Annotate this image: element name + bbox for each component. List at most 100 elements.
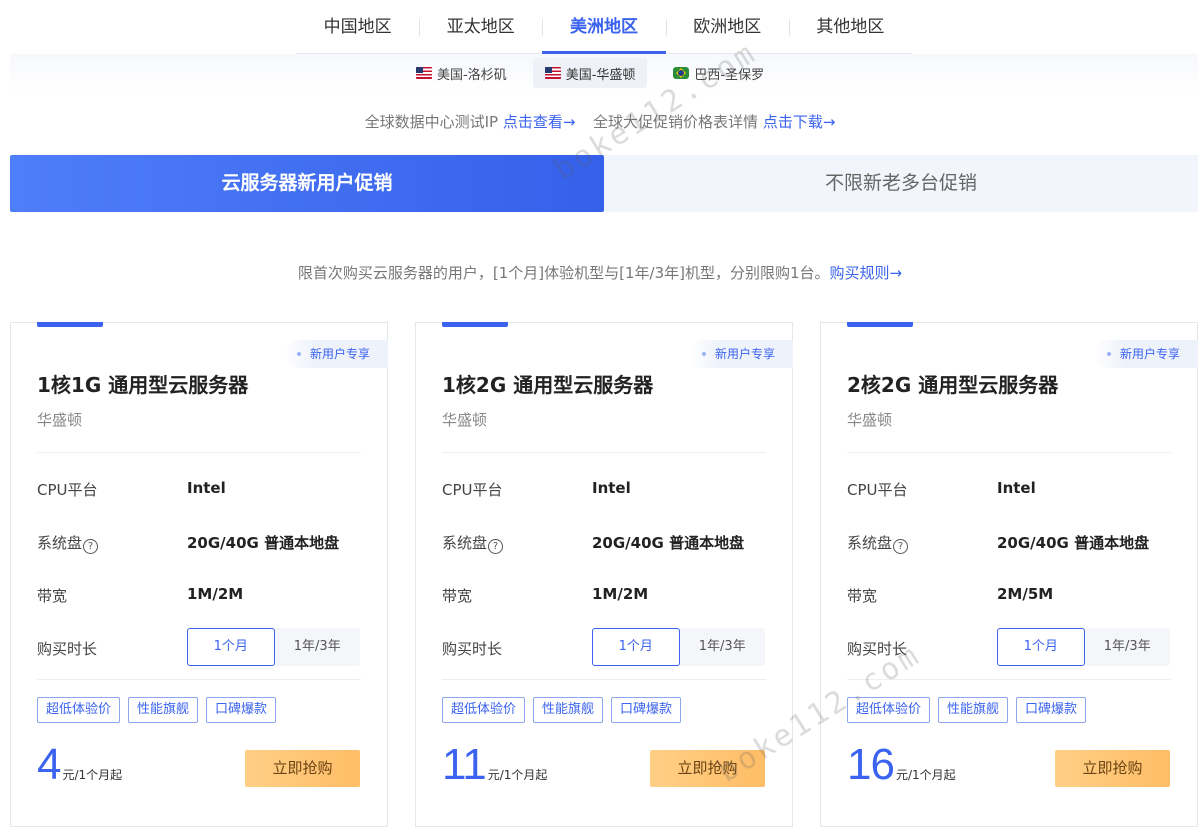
feature-tag: 超低体验价 <box>847 697 931 723</box>
divider <box>37 679 361 680</box>
duration-label: 购买时长 <box>442 640 503 658</box>
duration-1-3-year[interactable]: 1年/3年 <box>275 628 361 666</box>
test-ip-text: 全球数据中心测试IP <box>364 113 499 131</box>
feature-tag: 超低体验价 <box>37 697 121 723</box>
bandwidth-value: 2M/5M <box>997 585 1054 603</box>
tab-other-region[interactable]: 其他地区 <box>788 0 912 53</box>
question-icon[interactable]: ? <box>83 539 99 554</box>
region-tabs: 中国地区 亚太地区 美洲地区 欧洲地区 其他地区 <box>296 0 912 54</box>
us-flag-icon <box>544 67 561 79</box>
card-location: 华盛顿 <box>847 411 893 429</box>
view-test-ip-link[interactable]: 点击查看→ <box>503 113 576 131</box>
price: 4 元/1个月起 <box>37 741 122 789</box>
purchase-rules-link[interactable]: 购买规则→ <box>830 264 903 282</box>
download-price-sheet-link[interactable]: 点击下载→ <box>763 113 836 131</box>
product-card: 新用户专享 1核2G 通用型云服务器 华盛顿 CPU平台 Intel 系统盘? … <box>415 322 793 827</box>
brazil-flag-icon <box>673 67 690 79</box>
cpu-value: Intel <box>997 479 1036 497</box>
duration-selector: 1个月 1年/3年 <box>997 628 1170 666</box>
cpu-label: CPU平台 <box>37 481 98 499</box>
duration-label: 购买时长 <box>37 640 98 658</box>
price-amount: 11 <box>442 740 487 789</box>
city-label: 巴西-圣保罗 <box>694 67 765 83</box>
price-unit: 元/1个月起 <box>62 768 123 782</box>
tab-asia-pacific-region[interactable]: 亚太地区 <box>419 0 542 53</box>
card-accent-bar <box>37 322 103 327</box>
card-title: 2核2G 通用型云服务器 <box>847 373 1059 397</box>
cpu-value: Intel <box>187 479 226 497</box>
bandwidth-label: 带宽 <box>442 587 473 605</box>
card-accent-bar <box>442 322 508 327</box>
city-label: 美国-洛杉矶 <box>437 67 507 83</box>
price: 11 元/1个月起 <box>442 741 547 789</box>
bandwidth-label: 带宽 <box>847 587 878 605</box>
divider <box>442 679 766 680</box>
product-card: 新用户专享 1核1G 通用型云服务器 华盛顿 CPU平台 Intel 系统盘? … <box>10 322 388 827</box>
disk-value: 20G/40G 普通本地盘 <box>187 534 340 552</box>
disk-label: 系统盘? <box>847 532 909 554</box>
price-amount: 16 <box>847 740 895 789</box>
price-unit: 元/1个月起 <box>895 768 956 782</box>
buy-now-button[interactable]: 立即抢购 <box>1055 750 1170 787</box>
buy-now-button[interactable]: 立即抢购 <box>245 750 360 787</box>
city-selector: 美国-洛杉矶 美国-华盛顿 巴西-圣保罗 <box>404 58 776 88</box>
feature-tags: 超低体验价 性能旗舰 口碑爆款 <box>37 697 284 723</box>
tab-china-region[interactable]: 中国地区 <box>296 0 419 53</box>
question-icon[interactable]: ? <box>488 539 504 554</box>
city-los-angeles[interactable]: 美国-洛杉矶 <box>404 58 519 88</box>
feature-tag: 性能旗舰 <box>938 697 1009 723</box>
duration-1-month[interactable]: 1个月 <box>592 628 680 666</box>
tab-europe-region[interactable]: 欧洲地区 <box>665 0 789 53</box>
tab-americas-region[interactable]: 美洲地区 <box>542 0 666 54</box>
price-amount: 4 <box>37 740 62 789</box>
disk-value: 20G/40G 普通本地盘 <box>997 534 1150 552</box>
duration-label: 购买时长 <box>847 640 908 658</box>
feature-tags: 超低体验价 性能旗舰 口碑爆款 <box>847 697 1094 723</box>
price: 16 元/1个月起 <box>847 741 956 789</box>
feature-tag: 口碑爆款 <box>611 697 682 723</box>
divider <box>847 679 1171 680</box>
duration-1-3-year[interactable]: 1年/3年 <box>680 628 766 666</box>
bandwidth-value: 1M/2M <box>592 585 649 603</box>
tab-new-user-promo[interactable]: 云服务器新用户促销 <box>10 155 604 212</box>
card-accent-bar <box>847 322 913 327</box>
disk-label: 系统盘? <box>442 532 504 554</box>
price-unit: 元/1个月起 <box>487 768 548 782</box>
cpu-label: CPU平台 <box>847 481 908 499</box>
bandwidth-value: 1M/2M <box>187 585 244 603</box>
feature-tag: 性能旗舰 <box>128 697 199 723</box>
product-card: 新用户专享 2核2G 通用型云服务器 华盛顿 CPU平台 Intel 系统盘? … <box>820 322 1198 827</box>
duration-selector: 1个月 1年/3年 <box>187 628 360 666</box>
us-flag-icon <box>416 67 432 79</box>
city-label: 美国-华盛顿 <box>565 67 636 83</box>
bandwidth-label: 带宽 <box>37 587 68 605</box>
city-sao-paulo[interactable]: 巴西-圣保罗 <box>661 58 776 88</box>
feature-tag: 超低体验价 <box>442 697 526 723</box>
question-icon[interactable]: ? <box>893 539 909 554</box>
price-sheet-text: 全球大促促销价格表详情 <box>593 113 759 131</box>
tab-multi-server-promo[interactable]: 不限新老多台促销 <box>604 155 1198 212</box>
new-user-badge: 新用户专享 <box>1094 340 1198 368</box>
purchase-notice: 限首次购买云服务器的用户，[1个月]体验机型与[1年/3年]机型，分别限购1台。… <box>0 262 1200 283</box>
card-location: 华盛顿 <box>442 411 488 429</box>
divider <box>37 452 361 453</box>
divider <box>442 452 766 453</box>
duration-1-month[interactable]: 1个月 <box>187 628 275 666</box>
notice-text: 限首次购买云服务器的用户，[1个月]体验机型与[1年/3年]机型，分别限购1台。 <box>297 264 830 282</box>
divider <box>847 452 1171 453</box>
cpu-value: Intel <box>592 479 631 497</box>
feature-tag: 口碑爆款 <box>206 697 277 723</box>
card-title: 1核1G 通用型云服务器 <box>37 373 249 397</box>
card-title: 1核2G 通用型云服务器 <box>442 373 654 397</box>
disk-label: 系统盘? <box>37 532 99 554</box>
duration-1-3-year[interactable]: 1年/3年 <box>1085 628 1171 666</box>
cpu-label: CPU平台 <box>442 481 503 499</box>
new-user-badge: 新用户专享 <box>689 340 793 368</box>
new-user-badge: 新用户专享 <box>284 340 388 368</box>
card-location: 华盛顿 <box>37 411 83 429</box>
feature-tag: 口碑爆款 <box>1016 697 1087 723</box>
buy-now-button[interactable]: 立即抢购 <box>650 750 765 787</box>
city-washington[interactable]: 美国-华盛顿 <box>532 58 648 88</box>
duration-1-month[interactable]: 1个月 <box>997 628 1085 666</box>
feature-tags: 超低体验价 性能旗舰 口碑爆款 <box>442 697 689 723</box>
